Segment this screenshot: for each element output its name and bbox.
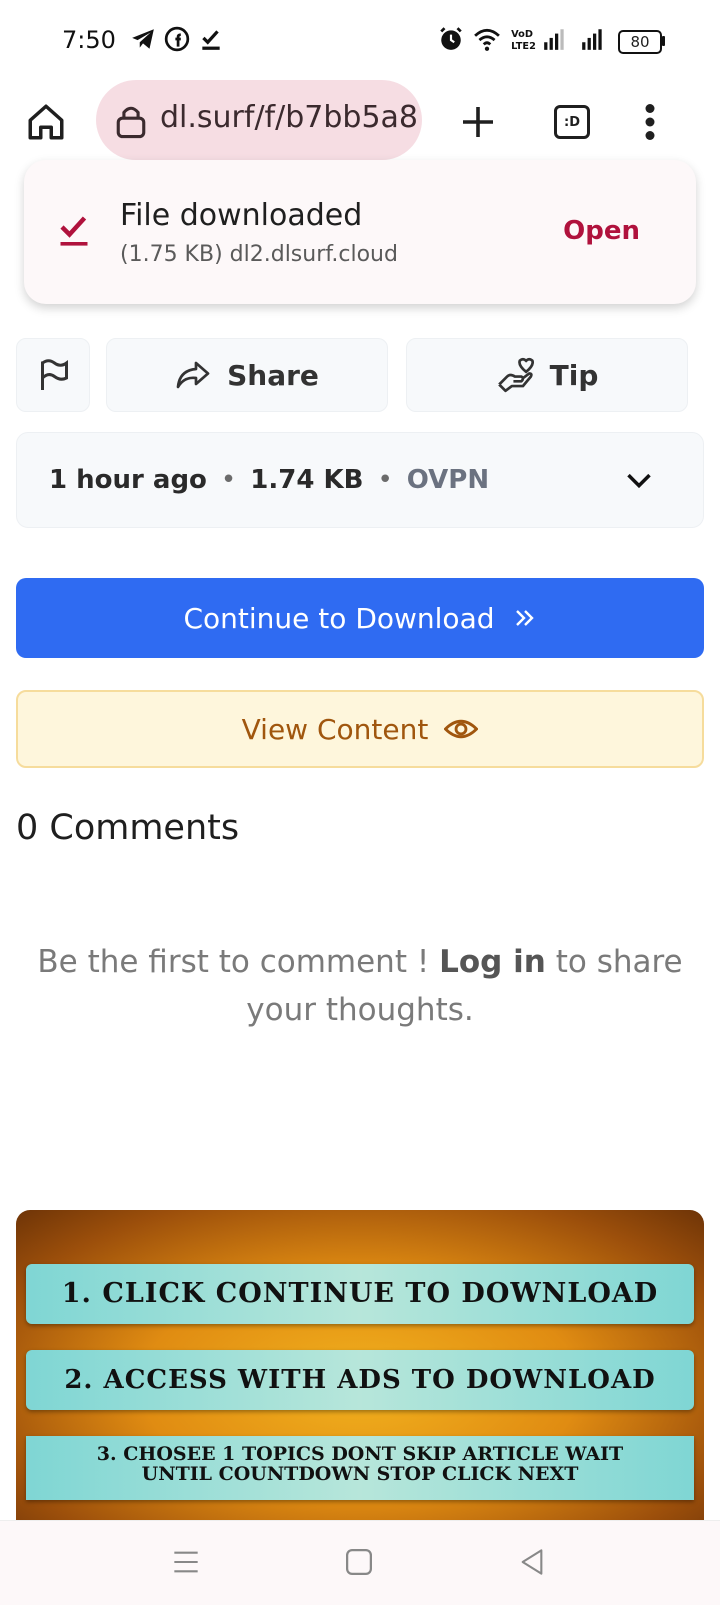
share-label: Share [227, 358, 319, 392]
view-content-button[interactable]: View Content [16, 690, 704, 768]
instructions-banner[interactable]: 1. Click Continue to Download 2. Access … [16, 1210, 704, 1530]
banner-step-1: 1. Click Continue to Download [26, 1264, 694, 1324]
back-triangle-icon[interactable] [518, 1547, 546, 1577]
comments-empty-state: Be the first to comment ! Log in to shar… [20, 938, 700, 1034]
battery-level: 80 [630, 33, 650, 51]
volte-icon: VoDLTE2 [511, 29, 536, 52]
recents-menu-icon[interactable] [172, 1547, 200, 1577]
open-button[interactable]: Open [563, 216, 640, 246]
toast-title: File downloaded [120, 198, 363, 233]
file-category: OVPN [406, 465, 490, 495]
svg-text:VoD: VoD [511, 29, 533, 40]
file-meta: 1 hour ago • 1.74 KB • OVPN [49, 465, 489, 495]
continue-download-button[interactable]: Continue to Download [16, 578, 704, 658]
facebook-icon [164, 26, 190, 52]
banner-step-2: 2. Access with ads to Download [26, 1350, 694, 1410]
system-nav-bar [0, 1520, 720, 1605]
view-content-label: View Content [241, 712, 429, 746]
share-button[interactable]: Share [106, 338, 388, 412]
new-tab-button[interactable] [454, 98, 502, 146]
toast-subtitle: (1.75 KB) dl2.dlsurf.cloud [120, 242, 398, 267]
download-toast: File downloaded (1.75 KB) dl2.dlsurf.clo… [24, 160, 696, 304]
battery-icon: 80 [618, 30, 662, 54]
chevron-down-icon[interactable] [623, 467, 655, 495]
browser-toolbar: dl.surf/f/b7bb5a8 :D [0, 80, 720, 164]
alarm-icon [440, 27, 462, 50]
lock-icon [116, 106, 146, 139]
login-link[interactable]: Log in [439, 944, 546, 980]
signal-icon [582, 29, 602, 50]
separator-dot: • [377, 465, 393, 495]
battery-tip [662, 36, 665, 46]
telegram-icon [132, 29, 154, 49]
banner-step-3: 3. chosee 1 topics dont skip article wai… [26, 1436, 694, 1500]
signal-icon [544, 29, 564, 50]
double-chevron-right-icon [515, 610, 534, 626]
menu-button[interactable] [626, 98, 674, 146]
status-time: 7:50 [62, 26, 116, 54]
file-size: 1.74 KB [250, 465, 364, 495]
download-done-icon [60, 216, 88, 246]
comments-heading: 0 Comments [16, 808, 240, 848]
share-icon [176, 361, 210, 389]
upload-time: 1 hour ago [49, 465, 207, 495]
tip-button[interactable]: Tip [406, 338, 688, 412]
file-info-bar[interactable]: 1 hour ago • 1.74 KB • OVPN [16, 432, 704, 528]
svg-text:LTE2: LTE2 [511, 41, 536, 52]
banner-step-3-line-1: 3. chosee 1 topics dont skip article wai… [96, 1443, 624, 1465]
continue-download-label: Continue to Download [183, 601, 495, 635]
separator-dot: • [220, 465, 237, 495]
report-button[interactable] [16, 338, 90, 412]
plus-icon [463, 107, 493, 137]
status-bar: 7:50 VoD LTE2 80 [0, 0, 720, 80]
home-icon [28, 104, 64, 140]
address-bar[interactable]: dl.surf/f/b7bb5a8 [96, 80, 422, 160]
wifi-icon [474, 28, 500, 51]
home-button[interactable] [22, 98, 70, 146]
eye-icon [444, 719, 479, 739]
tip-label: Tip [549, 358, 599, 392]
url-text: dl.surf/f/b7bb5a8 [160, 100, 419, 135]
tab-count: :D [554, 105, 590, 139]
hand-heart-icon [497, 357, 534, 393]
more-vert-icon [645, 104, 655, 140]
flag-icon [41, 359, 68, 390]
banner-step-3-line-2: until countdown stop click next [141, 1463, 579, 1485]
empty-prefix: Be the first to comment ! [37, 944, 440, 980]
tab-switcher-button[interactable]: :D [548, 98, 596, 146]
download-done-icon [202, 30, 220, 50]
home-square-icon[interactable] [344, 1547, 374, 1577]
